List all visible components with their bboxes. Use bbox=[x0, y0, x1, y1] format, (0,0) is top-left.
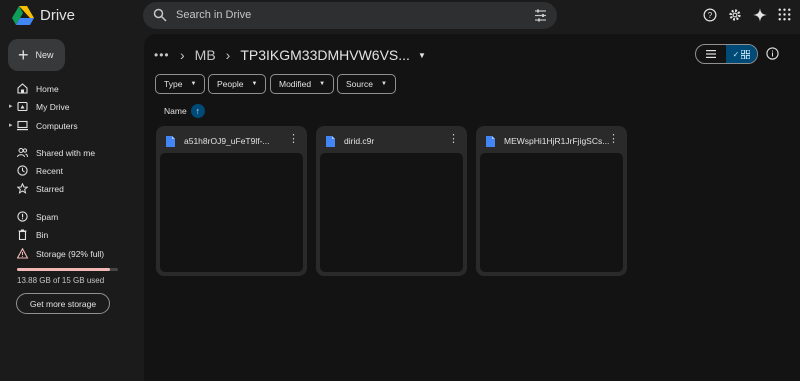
new-button[interactable]: + New bbox=[8, 39, 65, 71]
sidebar-item-label: Shared with me bbox=[36, 148, 96, 158]
search-icon[interactable] bbox=[153, 8, 167, 22]
star-icon bbox=[17, 183, 28, 194]
spam-icon bbox=[17, 211, 28, 222]
search-input[interactable]: Search in Drive bbox=[176, 9, 251, 21]
file-name: dirid.c9r bbox=[344, 136, 375, 146]
sidebar-item-label: Spam bbox=[36, 212, 59, 222]
sidebar-item-home[interactable]: Home bbox=[0, 80, 140, 98]
main-panel: ••• › MB › TP3IKGM33DMHVW6VS... ▼ ✓ Type… bbox=[144, 34, 800, 381]
new-button-label: New bbox=[35, 50, 54, 60]
filter-label: Source bbox=[346, 79, 373, 89]
sidebar-item-storage[interactable]: Storage (92% full) bbox=[0, 245, 140, 263]
sidebar-item-label: Home bbox=[36, 84, 59, 94]
dropdown-arrow-icon: ▼ bbox=[380, 81, 387, 87]
sidebar-item-label: My Drive bbox=[36, 102, 70, 112]
sidebar-item-label: Bin bbox=[36, 230, 49, 240]
storage-used-text: 13.88 GB of 15 GB used bbox=[17, 276, 105, 285]
help-icon[interactable]: ? bbox=[702, 7, 717, 22]
expand-caret-icon[interactable]: ▸ bbox=[9, 102, 13, 110]
drive-icon bbox=[17, 101, 28, 112]
file-name: a51h8rOJ9_uFeT9lf-... bbox=[184, 136, 270, 146]
filter-type[interactable]: Type ▼ bbox=[155, 74, 206, 94]
chevron-right-icon: › bbox=[225, 47, 231, 63]
file-name: MEWspHi1HjR1JrFjigSCs... bbox=[504, 136, 610, 146]
sidebar-item-spam[interactable]: Spam bbox=[0, 208, 140, 226]
sidebar-item-label: Storage (92% full) bbox=[36, 249, 105, 259]
file-card[interactable]: dirid.c9r ⋮ bbox=[316, 126, 467, 276]
warning-icon bbox=[17, 248, 28, 259]
plus-icon: + bbox=[18, 45, 29, 65]
sidebar-item-label: Computers bbox=[36, 121, 78, 131]
breadcrumb-parent[interactable]: MB bbox=[195, 47, 216, 63]
breadcrumb-current[interactable]: TP3IKGM33DMHVW6VS... bbox=[240, 47, 410, 63]
clock-icon bbox=[17, 165, 28, 176]
document-icon bbox=[166, 136, 175, 147]
sidebar-item-my-drive[interactable]: ▸ My Drive bbox=[0, 98, 140, 116]
gemini-icon[interactable] bbox=[752, 7, 767, 22]
people-icon bbox=[17, 148, 28, 158]
sidebar-item-starred[interactable]: Starred bbox=[0, 180, 140, 198]
app-title: Drive bbox=[40, 7, 76, 24]
file-thumbnail[interactable] bbox=[320, 153, 463, 272]
file-card[interactable]: MEWspHi1HjR1JrFjigSCs... ⋮ bbox=[476, 126, 627, 276]
dropdown-arrow-icon[interactable]: ▼ bbox=[418, 51, 426, 60]
sidebar-item-shared-with-me[interactable]: Shared with me bbox=[0, 144, 140, 162]
sidebar-item-recent[interactable]: Recent bbox=[0, 162, 140, 180]
search-options-icon[interactable] bbox=[534, 9, 547, 22]
breadcrumb: ••• › MB › TP3IKGM33DMHVW6VS... ▼ bbox=[154, 44, 426, 66]
document-icon bbox=[486, 136, 495, 147]
settings-icon[interactable] bbox=[727, 7, 742, 22]
chevron-right-icon: › bbox=[180, 47, 185, 63]
filter-label: Type bbox=[164, 79, 183, 89]
document-icon bbox=[326, 136, 335, 147]
filter-label: Modified bbox=[279, 79, 312, 89]
top-bar: Drive Search in Drive ? bbox=[0, 0, 800, 32]
expand-caret-icon[interactable]: ▸ bbox=[9, 121, 13, 129]
sort-ascending-icon[interactable]: ↑ bbox=[190, 104, 205, 118]
check-icon: ✓ bbox=[732, 49, 740, 59]
sort-by-name[interactable]: Name ↑ bbox=[164, 104, 205, 118]
more-options-icon[interactable]: ⋮ bbox=[448, 134, 459, 145]
filter-source[interactable]: Source ▼ bbox=[337, 74, 396, 94]
storage-progress-fill bbox=[17, 268, 110, 271]
list-icon bbox=[706, 50, 716, 58]
more-options-icon[interactable]: ⋮ bbox=[608, 134, 619, 145]
filter-label: People bbox=[217, 79, 244, 89]
filter-people[interactable]: People ▼ bbox=[208, 74, 267, 94]
info-icon[interactable] bbox=[766, 47, 779, 60]
drive-logo[interactable]: Drive bbox=[12, 6, 75, 25]
drive-logo-icon bbox=[12, 6, 34, 25]
sidebar-item-bin[interactable]: Bin bbox=[0, 226, 140, 244]
dropdown-arrow-icon: ▼ bbox=[251, 81, 258, 87]
dropdown-arrow-icon: ▼ bbox=[319, 81, 326, 87]
get-more-storage-button[interactable]: Get more storage bbox=[16, 293, 110, 314]
storage-progress-bar bbox=[17, 268, 118, 271]
apps-grid-icon[interactable] bbox=[777, 7, 792, 22]
list-view-button[interactable] bbox=[696, 45, 726, 63]
file-thumbnail[interactable] bbox=[480, 153, 623, 272]
grid-icon bbox=[741, 49, 751, 59]
top-right-icons: ? bbox=[702, 7, 792, 22]
file-card[interactable]: a51h8rOJ9_uFeT9lf-... ⋮ bbox=[156, 126, 307, 276]
filter-modified[interactable]: Modified ▼ bbox=[270, 74, 335, 94]
file-thumbnail[interactable] bbox=[160, 153, 303, 272]
sidebar-item-label: Recent bbox=[36, 166, 63, 176]
sidebar-item-computers[interactable]: ▸ Computers bbox=[0, 117, 140, 135]
view-toggle: ✓ bbox=[695, 44, 758, 64]
grid-view-button[interactable]: ✓ bbox=[726, 45, 757, 63]
sort-label: Name bbox=[164, 106, 187, 116]
dropdown-arrow-icon: ▼ bbox=[190, 81, 197, 87]
more-options-icon[interactable]: ⋮ bbox=[288, 134, 299, 145]
sidebar-item-label: Starred bbox=[36, 184, 64, 194]
computer-icon bbox=[17, 120, 28, 131]
search-bar[interactable]: Search in Drive bbox=[143, 2, 557, 29]
svg-text:?: ? bbox=[707, 10, 712, 19]
home-icon bbox=[17, 83, 28, 94]
more-folders-icon[interactable]: ••• bbox=[154, 48, 170, 62]
trash-icon bbox=[18, 229, 27, 240]
